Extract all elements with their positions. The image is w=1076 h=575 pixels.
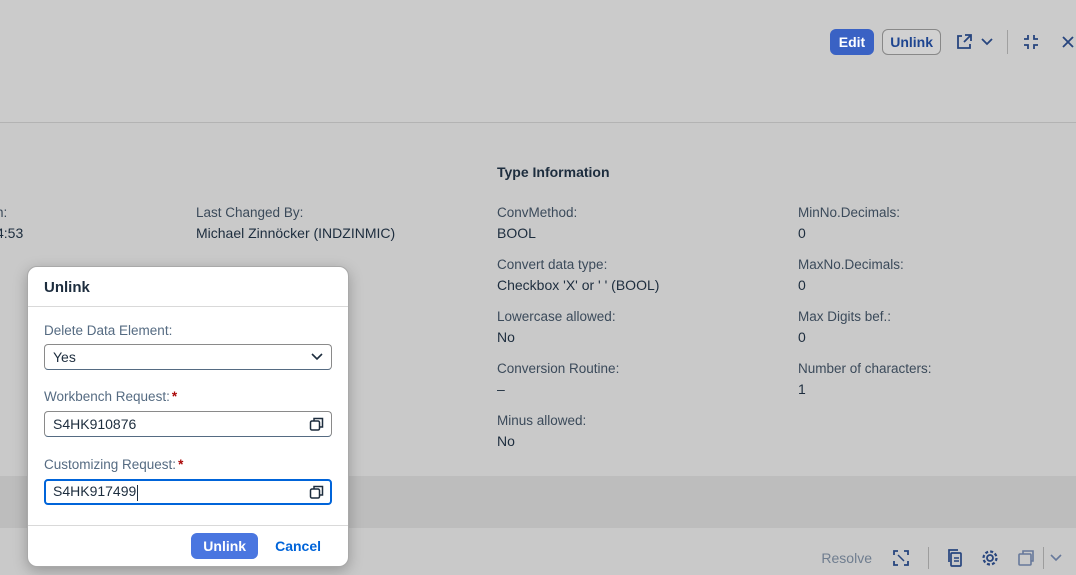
field-partial: n: 4:53 [0,205,24,241]
field-conversion-routine: Conversion Routine: – [497,361,620,397]
required-marker: * [178,457,184,472]
edit-button[interactable]: Edit [829,29,875,55]
unlink-button[interactable]: Unlink [882,29,941,55]
dialog-body: Delete Data Element: Yes Workbench Reque… [28,307,348,527]
expand-icon[interactable] [892,549,910,567]
chevron-down-icon[interactable] [1050,554,1062,562]
share-menu-button[interactable] [955,33,993,51]
dialog-footer: Unlink Cancel [28,525,348,566]
table-toolbar-actions: Resolve [821,547,1062,569]
field-max-digits-before: Max Digits bef.: 0 [798,309,892,345]
required-marker: * [171,389,178,404]
chevron-down-icon [981,38,993,46]
field-number-of-characters: Number of characters: 1 [798,361,932,397]
dialog-cancel-button[interactable]: Cancel [266,533,330,559]
workbench-request-value: S4HK910876 [53,416,137,432]
delete-data-element-value: Yes [53,349,76,365]
value-help-icon[interactable] [309,416,325,432]
share-icon [955,33,973,51]
field-minus-allowed: Minus allowed: No [497,413,587,449]
dialog-unlink-button[interactable]: Unlink [191,533,259,559]
customizing-request-input[interactable]: S4HK917499 [44,479,332,505]
resolve-button[interactable]: Resolve [821,550,872,566]
workbench-request-label: Workbench Request: * [44,389,178,404]
value-help-icon[interactable] [309,484,325,500]
close-icon[interactable] [1062,36,1074,48]
object-page-header: Edit Unlink [0,0,1076,123]
chevron-down-icon [311,353,323,361]
customizing-request-label: Customizing Request: * [44,457,184,472]
toolbar-separator [1043,547,1044,569]
exit-full-screen-icon[interactable] [1022,33,1040,51]
export-icon[interactable] [1017,549,1037,567]
delete-data-element-label: Delete Data Element: [44,323,173,338]
settings-icon[interactable] [981,549,999,567]
toolbar-separator [928,547,929,569]
customizing-request-value: S4HK917499 [53,483,137,500]
dialog-title: Unlink [28,267,348,307]
copy-icon[interactable] [947,549,963,567]
delete-data-element-select[interactable]: Yes [44,344,332,370]
field-max-decimals: MaxNo.Decimals: 0 [798,257,904,293]
field-convmethod: ConvMethod: BOOL [497,205,578,241]
header-toolbar: Edit Unlink [829,28,1076,56]
text-cursor [137,484,139,501]
field-lowercase-allowed: Lowercase allowed: No [497,309,616,345]
workbench-request-input[interactable]: S4HK910876 [44,411,332,437]
section-title-type-information: Type Information [497,164,610,180]
toolbar-separator [1007,30,1008,54]
field-min-decimals: MinNo.Decimals: 0 [798,205,901,241]
unlink-dialog: Unlink Delete Data Element: Yes Workbenc… [27,266,349,567]
field-last-changed-by: Last Changed By: Michael Zinnöcker (INDZ… [196,205,396,241]
field-convert-data-type: Convert data type: Checkbox 'X' or ' ' (… [497,257,660,293]
